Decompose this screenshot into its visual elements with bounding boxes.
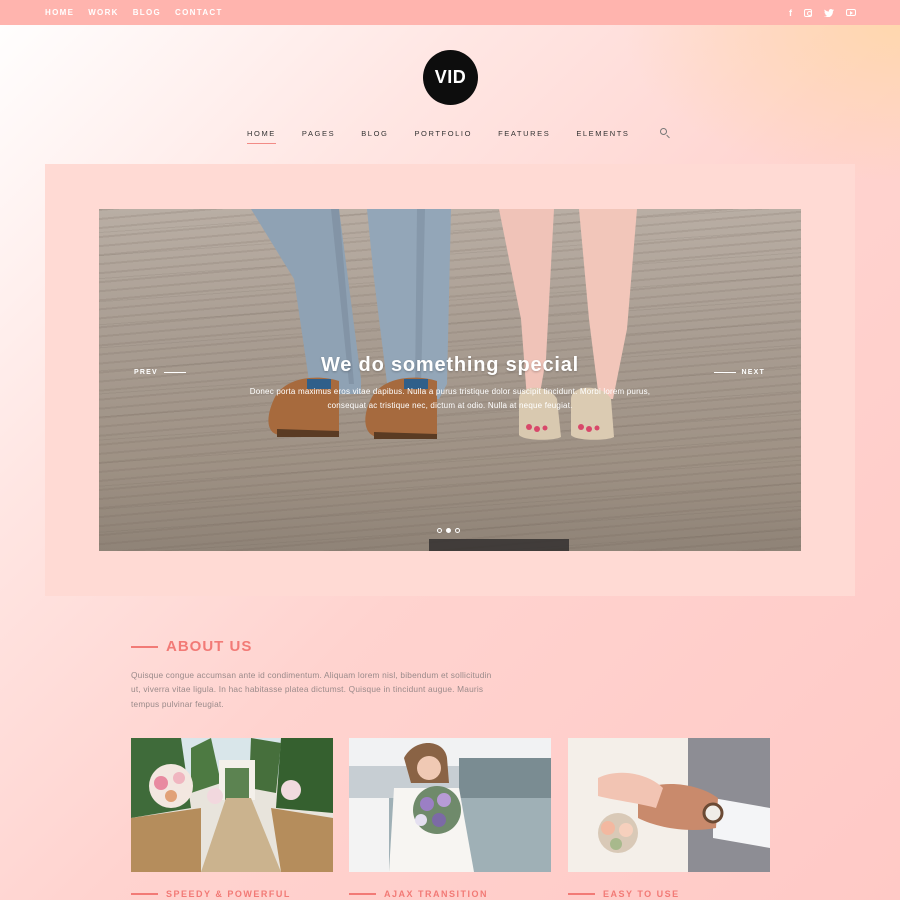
top-nav-contact[interactable]: CONTACT bbox=[175, 8, 223, 17]
feature-speedy: SPEEDY & POWERFUL bbox=[131, 889, 291, 899]
youtube-icon[interactable] bbox=[846, 9, 856, 16]
top-bar: HOME WORK BLOG CONTACT f bbox=[0, 0, 900, 25]
feature-card-image[interactable] bbox=[568, 738, 770, 872]
feature-label: EASY TO USE bbox=[603, 889, 680, 899]
nav-portfolio[interactable]: PORTFOLIO bbox=[414, 129, 472, 138]
nav-blog[interactable]: BLOG bbox=[361, 129, 388, 138]
social-links: f bbox=[789, 8, 856, 18]
next-button[interactable]: NEXT bbox=[713, 369, 765, 376]
slider-dot[interactable] bbox=[455, 528, 460, 533]
twitter-icon[interactable] bbox=[824, 8, 834, 17]
about-title: ABOUT US bbox=[166, 638, 253, 655]
top-nav-work[interactable]: WORK bbox=[88, 8, 119, 17]
facebook-icon[interactable]: f bbox=[789, 8, 792, 18]
wedding-aisle-image bbox=[131, 738, 333, 872]
feature-bar bbox=[349, 893, 376, 895]
nav-pages[interactable]: PAGES bbox=[302, 129, 335, 138]
slide-title: We do something special bbox=[320, 354, 580, 376]
feature-ajax: AJAX TRANSITION bbox=[349, 889, 488, 899]
hero-image bbox=[251, 209, 637, 551]
nav-home[interactable]: HOME bbox=[247, 129, 276, 144]
main-nav: HOME PAGES BLOG PORTFOLIO FEATURES ELEME… bbox=[247, 128, 667, 144]
slider-dots bbox=[437, 528, 460, 533]
feature-bar bbox=[568, 893, 595, 895]
next-label: NEXT bbox=[741, 369, 765, 376]
top-nav-blog[interactable]: BLOG bbox=[133, 8, 161, 17]
nav-features[interactable]: FEATURES bbox=[498, 129, 550, 138]
about-text: Quisque congue accumsan ante id condimen… bbox=[131, 670, 492, 709]
top-nav: HOME WORK BLOG CONTACT bbox=[45, 8, 223, 17]
feature-card-image[interactable] bbox=[349, 738, 551, 872]
prev-line bbox=[163, 372, 186, 373]
feature-easy: EASY TO USE bbox=[568, 889, 680, 899]
slider-dot-active[interactable] bbox=[446, 528, 451, 533]
heading-bar bbox=[131, 645, 158, 648]
prev-label: PREV bbox=[134, 369, 158, 376]
slider-dot[interactable] bbox=[437, 528, 442, 533]
feature-label: AJAX TRANSITION bbox=[384, 889, 489, 899]
feature-label: SPEEDY & POWERFUL bbox=[166, 889, 291, 899]
top-nav-home[interactable]: HOME bbox=[45, 8, 74, 17]
search-icon[interactable] bbox=[659, 128, 667, 135]
couple-hands-image bbox=[568, 738, 770, 872]
slide-text: Donec porta maximus eros vitae dapibus. … bbox=[249, 387, 651, 410]
bride-bouquet-image bbox=[349, 738, 551, 872]
nav-elements[interactable]: ELEMENTS bbox=[576, 129, 629, 138]
about-heading: ABOUT US bbox=[131, 638, 252, 655]
feature-card-image[interactable] bbox=[131, 738, 333, 872]
hero-slide: We do something special Donec porta maxi… bbox=[99, 209, 801, 551]
prev-button[interactable]: PREV bbox=[134, 369, 186, 376]
feature-bar bbox=[131, 893, 158, 895]
logo[interactable]: VID bbox=[423, 50, 478, 105]
next-line bbox=[713, 372, 736, 373]
instagram-icon[interactable] bbox=[804, 8, 812, 17]
